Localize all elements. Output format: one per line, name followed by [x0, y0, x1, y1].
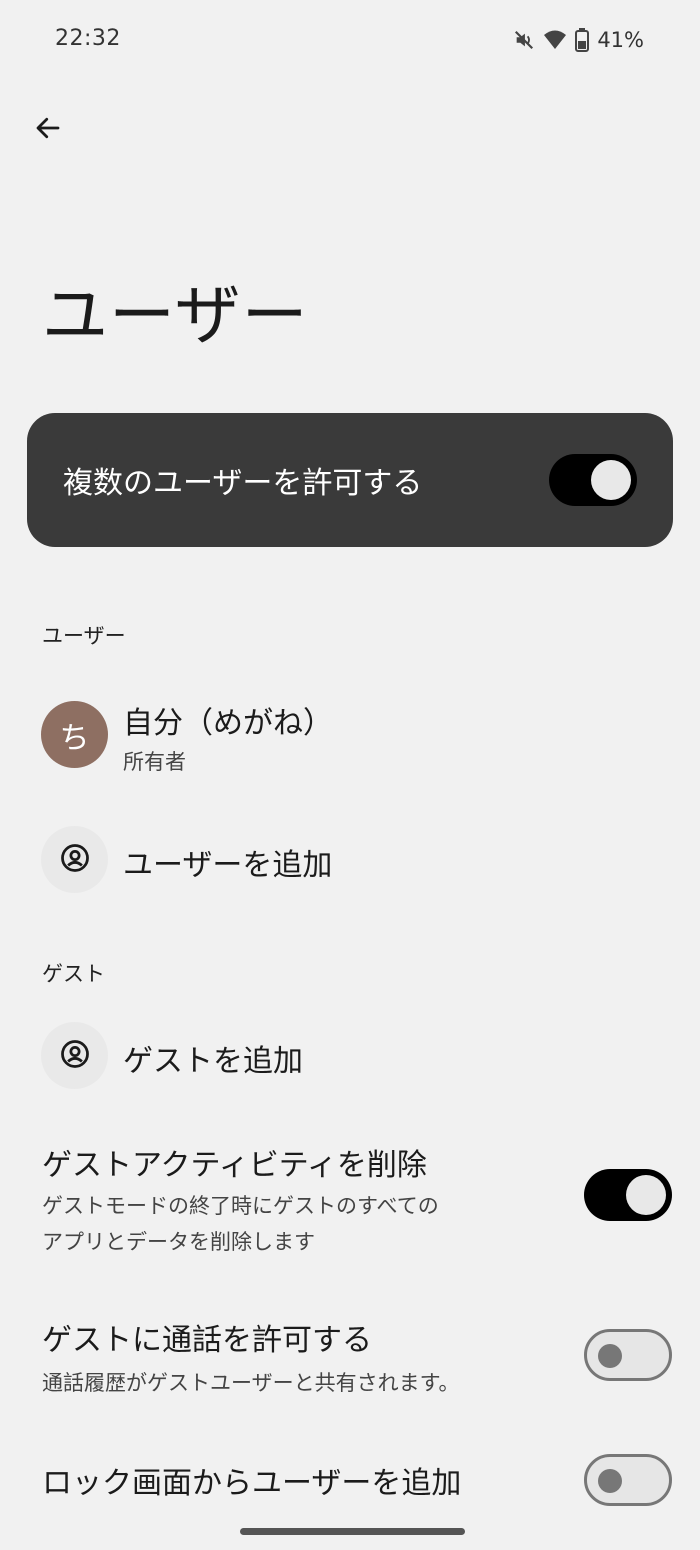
- add-guest-label: ゲストを追加: [123, 1044, 303, 1079]
- status-time: 22:32: [55, 26, 121, 51]
- guest-calls-row[interactable]: ゲストに通話を許可する 通話履歴がゲストユーザーと共有されます。: [0, 1315, 700, 1405]
- delete-guest-activity-switch[interactable]: [584, 1169, 672, 1221]
- delete-guest-activity-title: ゲストアクティビティを削除: [42, 1148, 427, 1183]
- switch-knob: [591, 460, 631, 500]
- wifi-icon: [543, 29, 567, 51]
- avatar-initial: ち: [59, 720, 90, 756]
- battery-percentage: 41%: [597, 28, 644, 52]
- delete-guest-activity-subtitle-1: ゲストモードの終了時にゲストのすべての: [42, 1194, 439, 1218]
- back-arrow-icon: [33, 113, 63, 147]
- add-users-lock-screen-switch[interactable]: [584, 1454, 672, 1506]
- back-button[interactable]: [24, 106, 72, 154]
- avatar: ち: [41, 701, 108, 768]
- guest-calls-switch[interactable]: [584, 1329, 672, 1381]
- home-indicator[interactable]: [240, 1528, 465, 1535]
- current-user-role: 所有者: [123, 750, 186, 774]
- current-user-name: 自分（めがね）: [123, 706, 333, 741]
- add-guest-row[interactable]: ゲストを追加: [0, 1022, 700, 1090]
- mute-icon: [513, 29, 535, 51]
- guest-calls-subtitle: 通話履歴がゲストユーザーと共有されます。: [42, 1371, 460, 1395]
- add-guest-icon-container: [41, 1022, 108, 1089]
- switch-knob: [598, 1469, 622, 1493]
- add-user-row[interactable]: ユーザーを追加: [0, 826, 700, 894]
- add-user-icon-container: [41, 826, 108, 893]
- guest-section-header: ゲスト: [42, 962, 105, 986]
- delete-guest-activity-row[interactable]: ゲストアクティビティを削除 ゲストモードの終了時にゲストのすべての アプリとデー…: [0, 1140, 700, 1270]
- switch-knob: [598, 1344, 622, 1368]
- battery-icon: [575, 28, 590, 52]
- users-section-header: ユーザー: [42, 624, 126, 648]
- current-user-row[interactable]: ち 自分（めがね） 所有者: [0, 690, 700, 790]
- add-users-lock-screen-row[interactable]: ロック画面からユーザーを追加: [0, 1454, 700, 1518]
- allow-multiple-users-label: 複数のユーザーを許可する: [63, 466, 423, 501]
- add-user-label: ユーザーを追加: [123, 848, 333, 883]
- status-icons: 41%: [513, 28, 644, 52]
- guest-calls-title: ゲストに通話を許可する: [42, 1323, 372, 1358]
- account-circle-icon: [60, 1039, 90, 1073]
- add-users-lock-screen-title: ロック画面からユーザーを追加: [42, 1466, 462, 1501]
- allow-multiple-users-switch[interactable]: [549, 454, 637, 506]
- switch-knob: [626, 1175, 666, 1215]
- allow-multiple-users-card[interactable]: 複数のユーザーを許可する: [27, 413, 673, 547]
- users-settings-screen: 22:32 41% ユーザー 複数のユーザーを許可する ユーザー ち 自分（めが…: [0, 0, 700, 1550]
- page-title: ユーザー: [42, 277, 309, 354]
- delete-guest-activity-subtitle-2: アプリとデータを削除します: [42, 1230, 315, 1254]
- account-circle-icon: [60, 843, 90, 877]
